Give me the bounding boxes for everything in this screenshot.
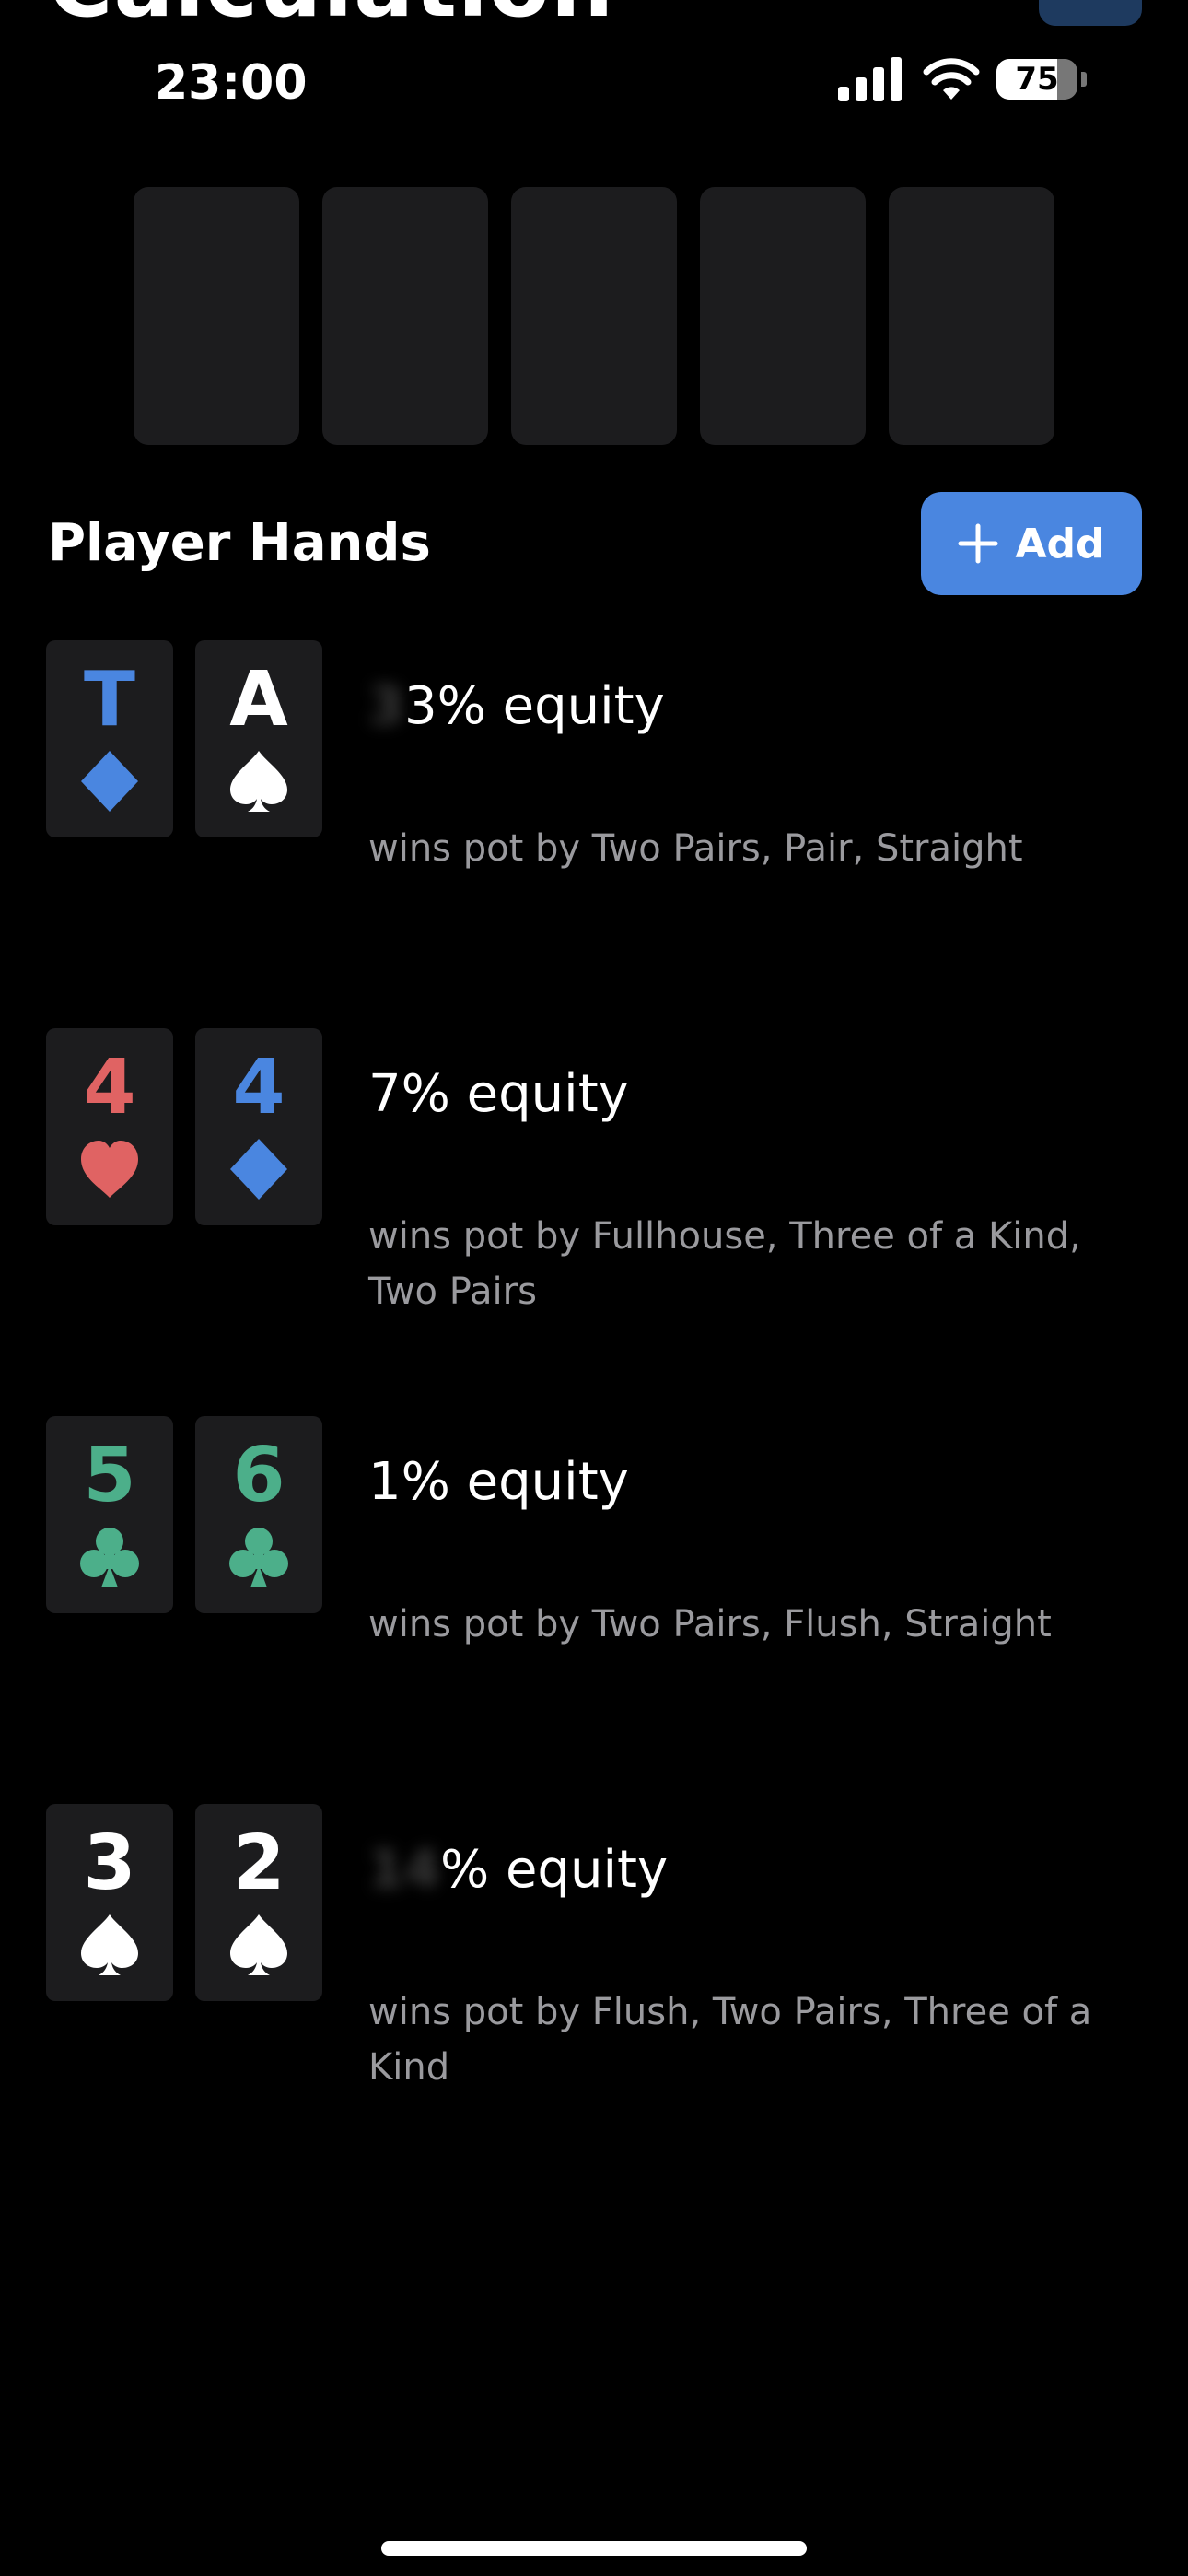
- player-hand-row[interactable]: T A 33% equity wins pot by Two Pairs, Pair,…: [0, 640, 1188, 917]
- card-rank: 4: [232, 1044, 285, 1131]
- spade-suit-icon: [230, 1914, 287, 1975]
- spade-suit-icon: [230, 751, 287, 812]
- equity-value: 7% equity: [368, 1064, 629, 1124]
- status-icons: 75: [838, 55, 1087, 103]
- player-hand-row[interactable]: 4 4 7% equity wins pot by Fullhouse, Three …: [0, 1028, 1188, 1313]
- cellular-signal-icon: [838, 57, 902, 101]
- card-rank: 6: [232, 1432, 285, 1519]
- battery-level: 75: [1015, 61, 1059, 98]
- player-hand-row[interactable]: 5 6 1% equity wins pot by Two Pairs, Flush,…: [0, 1416, 1188, 1692]
- hole-card[interactable]: 5: [46, 1416, 173, 1613]
- equity-text: 7% equity: [368, 1056, 629, 1133]
- hole-card[interactable]: T: [46, 640, 173, 837]
- hole-card[interactable]: 4: [195, 1028, 322, 1225]
- community-board: [134, 187, 1054, 445]
- equity-text: 14% equity: [368, 1832, 668, 1909]
- top-right-button[interactable]: [1039, 0, 1142, 26]
- card-rank: 3: [83, 1820, 136, 1907]
- hole-card[interactable]: A: [195, 640, 322, 837]
- wins-pot-text: wins pot by Fullhouse, Three of a Kind, …: [368, 1215, 1081, 1313]
- diamond-suit-icon: [230, 1139, 287, 1200]
- club-suit-icon: [80, 1528, 139, 1587]
- card-rank: 5: [83, 1432, 136, 1519]
- equity-value: 3% equity: [403, 676, 665, 736]
- hole-card[interactable]: 6: [195, 1416, 322, 1613]
- card-rank: 4: [83, 1044, 136, 1131]
- equity-text: 33% equity: [368, 668, 665, 745]
- home-indicator[interactable]: [381, 2541, 807, 2556]
- battery-tip: [1081, 72, 1087, 87]
- board-card-slot[interactable]: [889, 187, 1054, 445]
- hole-card[interactable]: 4: [46, 1028, 173, 1225]
- page-title: Calculation: [48, 0, 614, 37]
- plus-icon: [958, 523, 998, 564]
- card-rank: A: [229, 656, 288, 744]
- wifi-icon: [923, 58, 980, 100]
- equity-value-obscured: 14: [368, 1840, 440, 1900]
- diamond-suit-icon: [81, 751, 138, 812]
- hole-card[interactable]: 3: [46, 1804, 173, 2001]
- hole-card[interactable]: 2: [195, 1804, 322, 2001]
- card-rank: 2: [232, 1820, 285, 1907]
- club-suit-icon: [229, 1528, 288, 1587]
- equity-value-obscured: 3: [368, 676, 404, 736]
- player-hand-row[interactable]: 3 2 14% equity wins pot by Flush, Two Pairs…: [0, 1804, 1188, 2089]
- heart-suit-icon: [81, 1141, 138, 1198]
- player-hands-title: Player Hands: [48, 513, 431, 573]
- board-card-slot[interactable]: [134, 187, 299, 445]
- wins-pot-text: wins pot by Two Pairs, Flush, Straight: [368, 1603, 1052, 1645]
- wins-pot-text: wins pot by Flush, Two Pairs, Three of a…: [368, 1991, 1092, 2089]
- status-time: 23:00: [155, 55, 308, 111]
- battery-icon: 75: [996, 59, 1077, 100]
- spade-suit-icon: [81, 1914, 138, 1975]
- add-button-label: Add: [1015, 520, 1105, 568]
- board-card-slot[interactable]: [322, 187, 488, 445]
- equity-value: 1% equity: [368, 1452, 629, 1512]
- equity-value: % equity: [439, 1840, 669, 1900]
- screen: Calculation 23:00 75 Player Hands Add T A…: [0, 0, 1188, 2576]
- card-rank: T: [84, 656, 135, 744]
- add-hand-button[interactable]: Add: [921, 492, 1142, 595]
- wins-pot-text: wins pot by Two Pairs, Pair, Straight: [368, 827, 1023, 870]
- board-card-slot[interactable]: [700, 187, 866, 445]
- board-card-slot[interactable]: [511, 187, 677, 445]
- equity-text: 1% equity: [368, 1444, 629, 1521]
